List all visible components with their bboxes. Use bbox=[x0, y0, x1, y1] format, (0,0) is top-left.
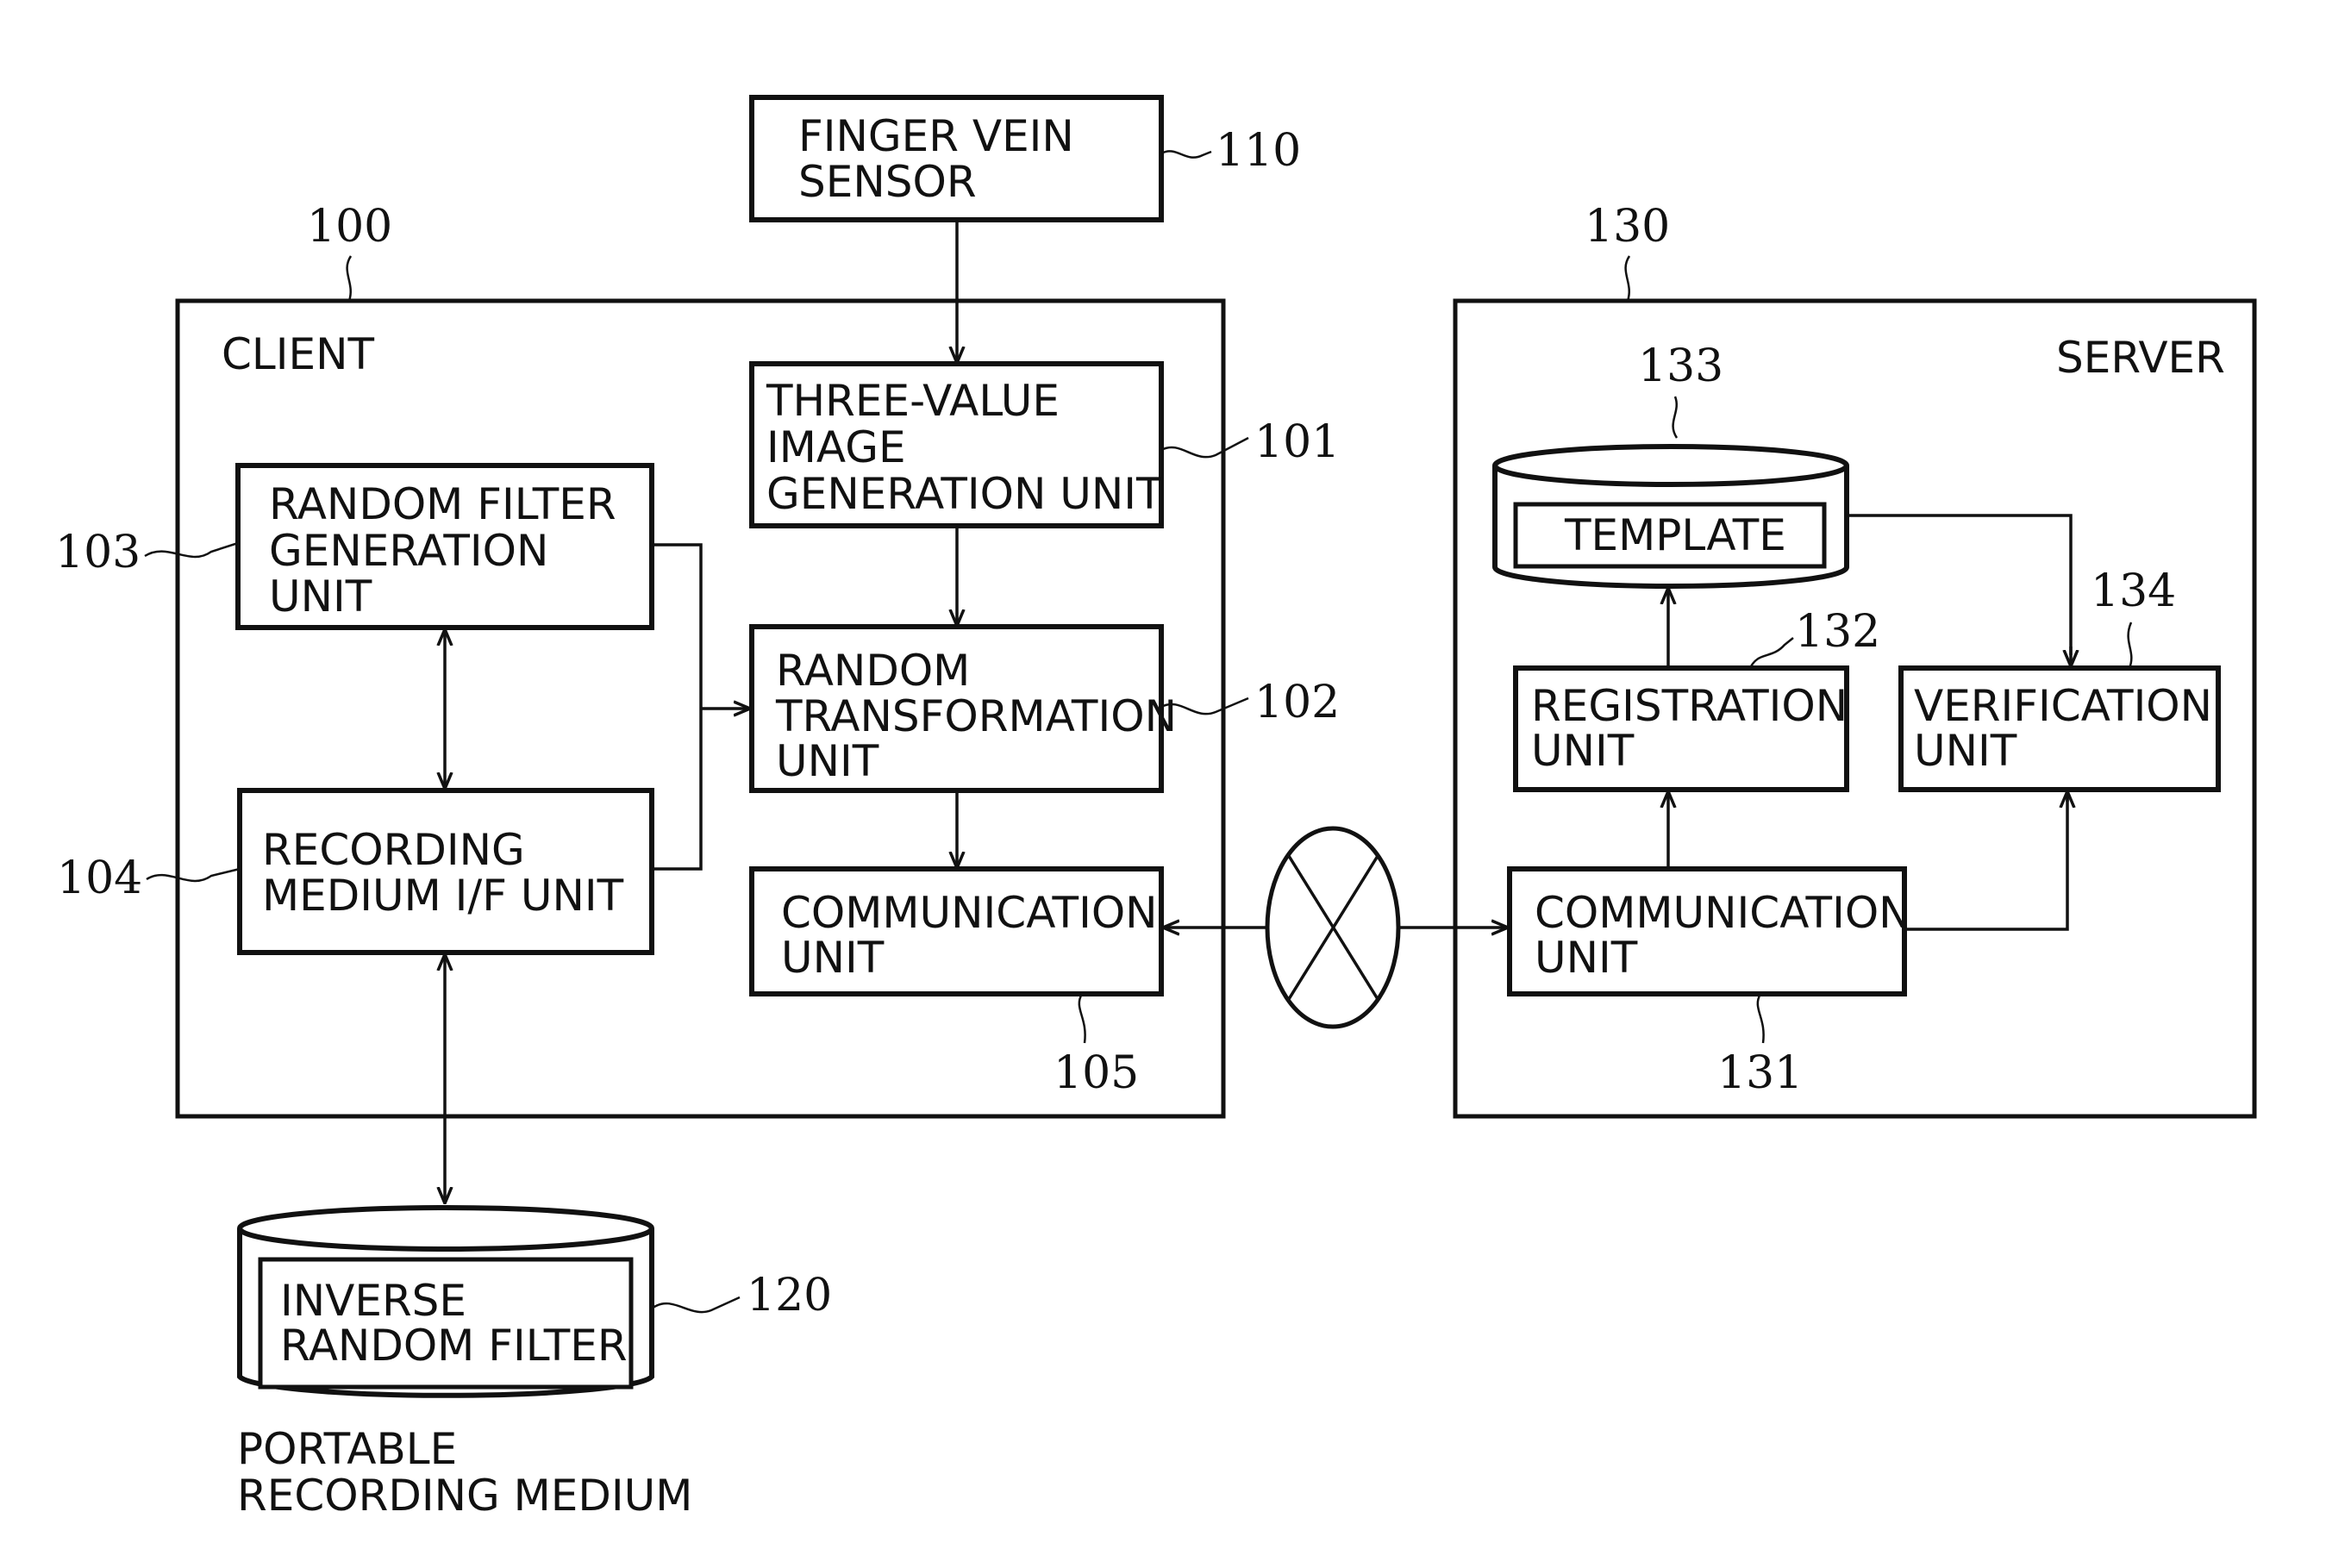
transformation-line-3: UNIT bbox=[776, 736, 879, 786]
portable-recording-medium[interactable]: INVERSE RANDOM FILTER bbox=[237, 1205, 654, 1398]
ref-132: 132 bbox=[1795, 606, 1880, 658]
leader-130 bbox=[1624, 255, 1631, 302]
server-comm-line-2: UNIT bbox=[1535, 933, 1638, 983]
inverse-filter-line-2: RANDOM FILTER bbox=[280, 1321, 628, 1371]
server-comm-line-1: COMMUNICATION bbox=[1535, 888, 1911, 938]
leader-132 bbox=[1748, 637, 1794, 669]
ref-104: 104 bbox=[57, 853, 142, 904]
connector-filtergen-recordingif bbox=[652, 543, 703, 871]
leader-110 bbox=[1160, 150, 1212, 159]
registration-line-2: UNIT bbox=[1531, 726, 1635, 776]
template-database[interactable]: TEMPLATE bbox=[1492, 444, 1849, 589]
server-title: SERVER bbox=[2056, 333, 2225, 383]
leader-120 bbox=[651, 1296, 741, 1314]
network-crossed-ellipse-icon bbox=[1265, 826, 1401, 1029]
ref-101: 101 bbox=[1254, 416, 1340, 468]
recording-medium-if-unit[interactable]: RECORDING MEDIUM I/F UNIT bbox=[237, 788, 654, 955]
inverse-filter-line-1: INVERSE bbox=[280, 1276, 466, 1326]
finger-vein-sensor-box[interactable]: FINGER VEIN SENSOR bbox=[749, 95, 1164, 222]
leader-134 bbox=[2127, 622, 2133, 669]
filter-gen-line-2: GENERATION bbox=[269, 526, 548, 576]
random-transformation-unit[interactable]: RANDOM TRANSFORMATION UNIT bbox=[749, 624, 1177, 793]
leader-103 bbox=[144, 541, 239, 559]
transformation-line-2: TRANSFORMATION bbox=[775, 691, 1177, 741]
server-communication-unit[interactable]: COMMUNICATION UNIT bbox=[1507, 866, 1911, 996]
registration-line-1: REGISTRATION bbox=[1531, 681, 1848, 731]
ref-131: 131 bbox=[1717, 1047, 1803, 1099]
verification-line-1: VERIFICATION bbox=[1914, 681, 2212, 731]
client-comm-line-1: COMMUNICATION bbox=[781, 888, 1158, 938]
template-label: TEMPLATE bbox=[1564, 510, 1786, 560]
ref-105: 105 bbox=[1054, 1047, 1139, 1099]
ref-120: 120 bbox=[747, 1270, 832, 1321]
transformation-line-1: RANDOM bbox=[776, 646, 970, 696]
registration-unit[interactable]: REGISTRATION UNIT bbox=[1513, 665, 1849, 792]
client-title: CLIENT bbox=[222, 329, 375, 379]
portable-caption-line-2: RECORDING MEDIUM bbox=[237, 1471, 692, 1521]
finger-vein-line-1: FINGER VEIN bbox=[798, 111, 1074, 161]
finger-vein-line-2: SENSOR bbox=[798, 157, 977, 207]
leader-105 bbox=[1078, 993, 1086, 1044]
leader-131 bbox=[1756, 993, 1765, 1044]
leader-101 bbox=[1160, 436, 1249, 459]
ref-130: 130 bbox=[1585, 201, 1670, 253]
leader-133 bbox=[1672, 396, 1679, 439]
client-comm-line-2: UNIT bbox=[781, 933, 885, 983]
random-filter-generation-unit[interactable]: RANDOM FILTER GENERATION UNIT bbox=[235, 463, 654, 630]
leader-104 bbox=[146, 867, 241, 883]
filter-gen-line-1: RANDOM FILTER bbox=[269, 479, 616, 529]
block-diagram: CLIENT 100 SERVER 130 FINGER VEIN SENSOR… bbox=[55, 95, 2257, 1521]
verification-unit[interactable]: VERIFICATION UNIT bbox=[1898, 665, 2221, 792]
filter-gen-line-3: UNIT bbox=[269, 572, 372, 622]
verification-line-2: UNIT bbox=[1914, 726, 2017, 776]
ref-100: 100 bbox=[307, 201, 392, 253]
recording-if-line-2: MEDIUM I/F UNIT bbox=[262, 871, 624, 921]
connector-comm-to-verification bbox=[1904, 793, 2069, 931]
three-value-line-3: GENERATION UNIT bbox=[766, 469, 1163, 519]
ref-133: 133 bbox=[1638, 340, 1723, 392]
three-value-image-generation-unit[interactable]: THREE-VALUE IMAGE GENERATION UNIT bbox=[749, 361, 1164, 528]
three-value-line-1: THREE-VALUE bbox=[766, 376, 1060, 426]
three-value-line-2: IMAGE bbox=[766, 422, 906, 472]
ref-110: 110 bbox=[1216, 125, 1301, 177]
ref-102: 102 bbox=[1254, 677, 1340, 728]
recording-if-line-1: RECORDING bbox=[262, 825, 525, 875]
ref-134: 134 bbox=[2091, 565, 2176, 617]
leader-100 bbox=[346, 255, 353, 302]
portable-caption-line-1: PORTABLE bbox=[237, 1424, 457, 1474]
ref-103: 103 bbox=[55, 527, 141, 578]
client-communication-unit[interactable]: COMMUNICATION UNIT bbox=[749, 866, 1164, 996]
